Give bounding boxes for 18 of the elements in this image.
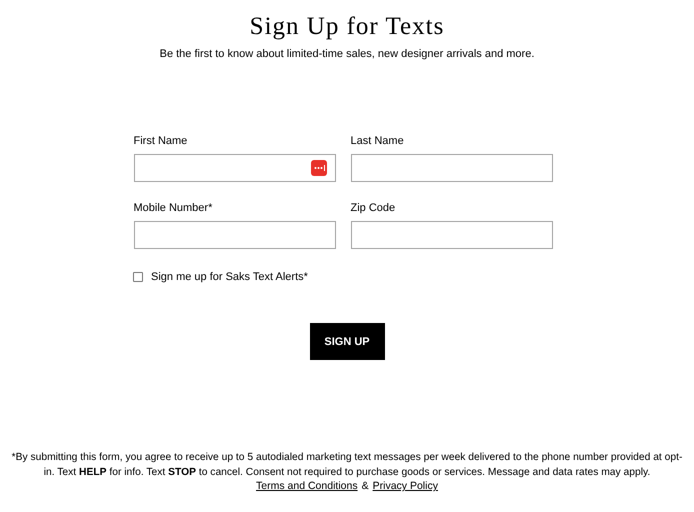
input-field[interactable]: [350, 221, 552, 249]
input-field[interactable]: [350, 154, 552, 182]
page-title: Sign Up for Texts: [250, 12, 444, 42]
subtitle: Be the first to know about limited-time sales, new designer arrivals and more.: [160, 48, 534, 60]
link-separator: &: [362, 480, 369, 492]
privacy-link[interactable]: Privacy Policy: [372, 480, 438, 492]
terms-link[interactable]: Terms and Conditions: [256, 480, 358, 492]
disclaimer-text: *By submitting this form, you agree to receive up to 5 autodialed marketing text messages per week delivered to the phone number provided at opt-in. Text HELP for info. Text STOP to cancel. Consent not required to purchase goods or services. Message and data rates may apply.: [10, 451, 684, 480]
field-label: Zip Code: [350, 202, 396, 214]
checkbox[interactable]: [133, 272, 143, 282]
field-label: Mobile Number*: [134, 202, 214, 214]
field-label: First Name: [134, 135, 188, 147]
sign-up-button[interactable]: SIGN UP: [310, 323, 384, 360]
checkbox-label: Sign me up for Saks Text Alerts*: [151, 271, 308, 283]
password-manager-icon[interactable]: [310, 160, 326, 176]
field-label: Last Name: [350, 135, 405, 147]
input-field[interactable]: [134, 154, 336, 182]
input-field[interactable]: [134, 221, 336, 249]
